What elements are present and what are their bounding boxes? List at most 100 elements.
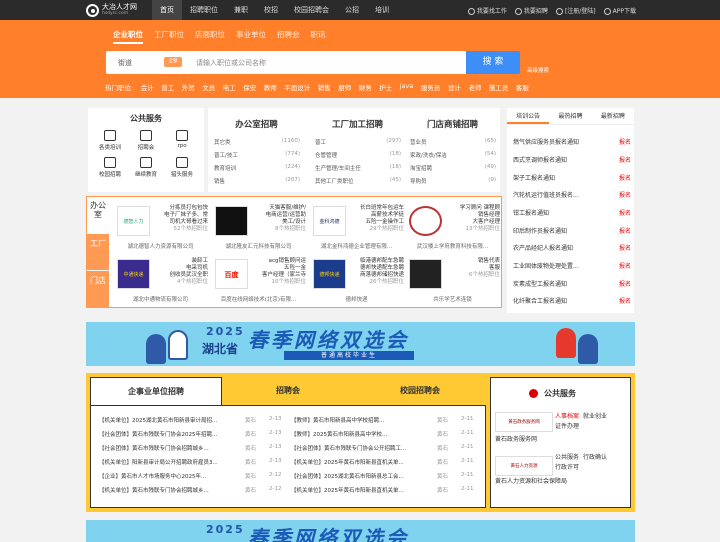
category-row[interactable]: 销售 (207) (214, 177, 300, 185)
job-card[interactable]: 学习顾问 课程顾 销售经理 大客户经理 13个热招职位 武汉楼上学府教育科技有限... (403, 199, 500, 251)
notice-row[interactable]: 工业固体废物处理处置... 报名 (513, 261, 631, 270)
tab-factory-jobs[interactable]: 工厂职位 (154, 29, 184, 44)
category-row[interactable]: 教育培训 (224) (214, 164, 300, 172)
category-row[interactable]: 家政/洗衣/保洁 (54) (410, 151, 496, 159)
tab-store-jobs[interactable]: 店面职位 (195, 29, 225, 44)
job-card[interactable]: 天猫客服/维护/电商运营/运营助 美工/设计 8个热招职位 湖北隆友汇元科技有限公司 (209, 199, 306, 251)
job-card[interactable]: 金科鸿德 长白班常年包运车 高薪技术学徒 五险一金操作工 29个热招职位 湖北金科鸿德… (307, 199, 404, 251)
notice-row[interactable]: 炭素成型工报名通知 报名 (513, 279, 631, 288)
side-tab-office[interactable]: 办公室 (87, 197, 109, 234)
hot-item[interactable]: 财务 (359, 82, 372, 92)
hot-item[interactable]: 设计 (448, 82, 461, 92)
service-training[interactable]: 各类培训 (92, 130, 128, 151)
company-name[interactable]: 湖北德智人力资源有限公司 (113, 242, 208, 250)
category-title[interactable]: 门店商铺招聘 (404, 118, 501, 130)
hot-item[interactable]: 客服 (516, 82, 529, 92)
list-item[interactable]: 【机关单位】2025年黄石市阳新县直机关单... 黄石 2-11 (291, 486, 483, 494)
company-name[interactable]: 武汉楼上学府教育科技有限... (405, 242, 500, 250)
service-link[interactable]: 公共服务 (555, 453, 579, 462)
list-item[interactable]: 【机关单位】2025湖北黄石市阳新县审计局招... 黄石 2-13 (99, 416, 291, 424)
service-campus[interactable]: 校园招聘 (92, 157, 128, 178)
category-row[interactable]: 其他工厂类职位 (45) (315, 177, 401, 185)
search-input[interactable]: 请输入职位或公司名称 (196, 58, 266, 68)
hot-item[interactable]: 平面设计 (284, 82, 310, 92)
tab-training-notice[interactable]: 培训公告 (507, 108, 550, 124)
service-link[interactable]: 行政许可 (555, 463, 579, 472)
notice-row[interactable]: 架子工报名通知 报名 (513, 173, 631, 182)
nav-campus-fair[interactable]: 校园招聘会 (286, 0, 337, 20)
service-education[interactable]: 继续教育 (128, 157, 164, 178)
list-item[interactable]: 【社会团体】2025湖北黄石市阳新县总工会... 黄石 2-11 (291, 472, 483, 480)
hot-item[interactable]: 外贸 (182, 82, 195, 92)
notice-row[interactable]: 钳工报名通知 报名 (513, 208, 631, 217)
hot-item[interactable]: 服务员 (421, 82, 441, 92)
nav-jobs[interactable]: 招聘职位 (182, 0, 226, 20)
hot-item[interactable]: 施工员 (489, 82, 509, 92)
list-item[interactable]: 【教师】2025黄石市阳新县高中学校... 黄石 2-11 (291, 430, 483, 438)
list-item[interactable]: 【社会团体】黄石市残联专门协会招聘城乡... 黄石 2-13 (99, 444, 291, 452)
nav-training[interactable]: 培训 (367, 0, 397, 20)
gov-service-logo[interactable]: 黄石政务服务网 (495, 412, 553, 432)
category-title[interactable]: 工厂加工招聘 (309, 118, 406, 130)
hot-item[interactable]: 普工 (161, 82, 174, 92)
service-rpo[interactable]: rpo (164, 130, 200, 151)
city-select[interactable]: 街道 (118, 58, 132, 68)
search-button[interactable]: 搜 索 (466, 51, 520, 74)
hot-item[interactable]: 厨师 (338, 82, 351, 92)
company-name[interactable]: 共乐学艺术连锁 (405, 295, 500, 303)
job-fair-banner[interactable]: 2025 春季网络双选会 湖北省 普通高校毕业生 (86, 322, 635, 366)
category-row[interactable]: 生产管理/车间主任 (18) (315, 164, 401, 172)
tab-public-unit-jobs[interactable]: 企事业单位招聘 (90, 377, 222, 405)
notice-row[interactable]: 农产品经纪人报名通知 报名 (513, 243, 631, 252)
nav-campus[interactable]: 校招 (256, 0, 286, 20)
tab-company-jobs[interactable]: 企业职位 (113, 29, 143, 44)
hot-item[interactable]: 护士 (379, 82, 392, 92)
service-link[interactable]: 行政确认 (583, 453, 607, 462)
search-box[interactable]: 街道 全部 请输入职位或公司名称 (106, 51, 519, 74)
category-row[interactable]: 普工/技工 (774) (214, 151, 300, 159)
login-link[interactable]: [注册/登陆] (555, 6, 596, 15)
nav-public[interactable]: 公招 (337, 0, 367, 20)
service-link[interactable]: 就业创业 (583, 412, 607, 421)
company-name[interactable]: 湖北中通物流有限公司 (113, 295, 208, 303)
notice-row[interactable]: 化纤聚合工报名通知 报名 (513, 296, 631, 305)
tab-campus-fairs[interactable]: 校园招聘会 (354, 377, 486, 405)
category-row[interactable]: 普工 (297) (315, 138, 401, 146)
hot-item[interactable]: 销售 (318, 82, 331, 92)
list-item[interactable]: 【机关单位】2025年黄石市阳新县直机关单... 黄石 2-11 (291, 458, 483, 466)
service-link[interactable]: 人事档案 (555, 412, 579, 421)
service-link[interactable]: 证件办理 (555, 422, 579, 431)
service-name[interactable]: 黄石政务服务网 (495, 435, 537, 444)
hr-bureau-logo[interactable]: 黄石人力资源 (495, 456, 553, 476)
recruit-link[interactable]: 我要招聘 (514, 6, 548, 15)
service-headhunter[interactable]: 猎头服务 (164, 157, 200, 178)
notice-row[interactable]: 汽轮机运行值班员报名... 报名 (513, 190, 631, 199)
service-name[interactable]: 黄石人力资源和社会保障局 (495, 477, 567, 486)
category-title[interactable]: 办公室招聘 (208, 118, 305, 130)
hot-item[interactable]: java (400, 82, 414, 92)
notice-row[interactable]: 西式烹调师报名通知 报名 (513, 155, 631, 164)
type-tag[interactable]: 全部 (164, 57, 182, 67)
notice-row[interactable]: 燃气供应服务员报名通知 报名 (513, 137, 631, 146)
company-name[interactable]: 湖北隆友汇元科技有限公司 (211, 242, 306, 250)
category-row[interactable]: 淘宝招聘 (49) (410, 164, 496, 172)
nav-home[interactable]: 首页 (152, 0, 182, 20)
category-row[interactable]: 其它类 (1160) (214, 138, 300, 146)
hot-item[interactable]: 老师 (468, 82, 481, 92)
tab-job-fairs[interactable]: 招聘会 (222, 377, 354, 405)
job-card[interactable]: 德智人力 分拣员打包包快 电子厂妹子多、常 司机大哥看过来 52个热招职位 湖北德智人… (111, 199, 208, 251)
hot-item[interactable]: 会计 (141, 82, 154, 92)
category-row[interactable]: 导购员 (9) (410, 177, 496, 185)
tab-news[interactable]: 职讯 (311, 29, 326, 44)
job-card[interactable]: 销售代表 客服 6个热招职位 共乐学艺术连锁 (403, 252, 500, 304)
site-logo[interactable]: 大冶人才网 hsdyrc.com (86, 3, 137, 17)
service-job-fair[interactable]: 招聘会 (128, 130, 164, 151)
list-item[interactable]: 【机关单位】阳新县审计局公开招聘政府雇员3... 黄石 2-13 (99, 458, 291, 466)
hot-item[interactable]: 保安 (243, 82, 256, 92)
find-job-link[interactable]: 我要找工作 (467, 6, 507, 15)
hot-item[interactable]: 教师 (264, 82, 277, 92)
list-item[interactable]: 【教师】黄石市阳新县高中学校招聘... 黄石 2-11 (291, 416, 483, 424)
advanced-search-link[interactable]: 高级搜索 (527, 66, 549, 74)
category-row[interactable]: 营业员 (65) (410, 138, 496, 146)
side-tab-store[interactable]: 门店 (87, 271, 109, 307)
